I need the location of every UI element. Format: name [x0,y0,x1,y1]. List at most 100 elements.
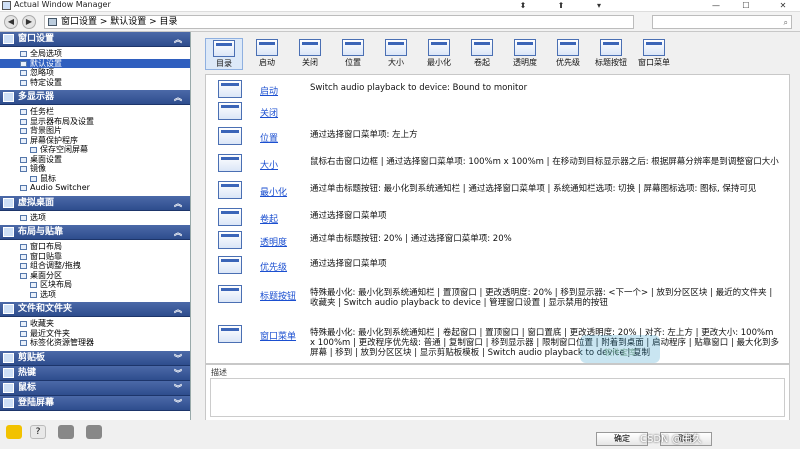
search-input[interactable]: ⌕ [652,15,792,29]
sidebar-category[interactable]: 鼠标 ︾ [0,380,190,396]
section-link[interactable]: 优先级 [260,260,287,273]
chevron-icon[interactable]: ︽ [174,225,182,240]
undo-icon[interactable] [58,425,74,439]
section-link[interactable]: 卷起 [260,212,278,225]
toolbar-tab[interactable]: 标题按钮 [592,38,630,70]
sidebar-category[interactable]: 虚拟桌面 ︽ [0,195,190,211]
toolbar-tab-label: 最小化 [427,58,451,67]
section-link[interactable]: 大小 [260,158,278,171]
category-label: 文件和文件夹 [18,304,73,314]
forward-icon[interactable]: ▶ [22,15,36,29]
toolbar-tab[interactable]: 大小 [377,38,415,70]
item-icon [20,109,27,115]
chevron-icon[interactable]: ︽ [174,196,182,211]
sidebar-item[interactable]: 全局选项 [0,49,190,59]
section-link[interactable]: 窗口菜单 [260,329,296,342]
window-title: Actual Window Manager [14,0,111,9]
chevron-icon[interactable]: ︾ [174,396,182,411]
sidebar-item[interactable]: Audio Switcher [0,183,190,193]
csdn-watermark: CSDN @由久 [640,434,702,445]
section-link[interactable]: 透明度 [260,235,287,248]
window-icon [514,39,536,56]
sidebar-category[interactable]: 热键 ︾ [0,365,190,381]
redo-icon[interactable] [86,425,102,439]
maximize-button[interactable]: ☐ [735,0,757,12]
window-icon [218,231,242,249]
chevron-icon[interactable]: ︽ [174,32,182,47]
pin-icon[interactable]: ⬍ [512,0,534,12]
category-label: 登陆屏幕 [18,397,55,408]
category-icon [3,197,14,208]
sidebar-item[interactable]: 镜像 [0,164,190,174]
section-link[interactable]: 最小化 [260,185,287,198]
sidebar-item[interactable]: 保存空闲屏幕 [0,145,190,155]
title-bar: Actual Window Manager ⬍ ⬆ ▾ — ☐ ✕ [0,0,800,12]
sidebar-item-label: 默认设置 [30,58,62,68]
sidebar-category[interactable]: 剪贴板 ︾ [0,350,190,366]
sidebar-item[interactable]: 组合调整/拖拽 [0,261,190,271]
sidebar-category[interactable]: 窗口设置 ︽ [0,32,190,47]
toolbar-tab[interactable]: 关闭 [291,38,329,70]
sidebar-item-label: 屏幕保护程序 [30,135,78,145]
search-icon[interactable]: ⌕ [784,18,788,28]
menu-icon[interactable]: ▾ [588,0,610,12]
sidebar-item[interactable]: 背景图片 [0,126,190,136]
chevron-icon[interactable]: ︽ [174,90,182,105]
sidebar-item[interactable]: 桌面设置 [0,155,190,165]
toolbar-tab[interactable]: 透明度 [506,38,544,70]
sidebar-item[interactable]: 特定设置 [0,78,190,88]
sidebar-item[interactable]: 桌面分区 [0,271,190,281]
sidebar-item-label: 最近文件夹 [30,328,70,338]
sidebar-item[interactable]: 最近文件夹 [0,329,190,339]
sidebar-item[interactable]: 忽略项 [0,68,190,78]
window-icon [218,325,242,343]
minimize-button[interactable]: — [705,0,727,12]
toolbar-tab[interactable]: 最小化 [420,38,458,70]
sidebar-item[interactable]: 标签化资源管理器 [0,338,190,348]
toolbar-tab[interactable]: 目录 [205,38,243,70]
app-icon [2,1,11,10]
chevron-icon[interactable]: ︾ [174,351,182,366]
sidebar-item[interactable]: 鼠标 [0,174,190,184]
sidebar-category[interactable]: 多显示器 ︽ [0,90,190,105]
section-link[interactable]: 关闭 [260,106,278,119]
toolbar-tab[interactable]: 窗口菜单 [635,38,673,70]
toolbar-tab[interactable]: 位置 [334,38,372,70]
sidebar-category[interactable]: 登陆屏幕 ︾ [0,395,190,411]
section-summary: 通过单击标题按钮: 最小化到系统通知栏 | 通过选择窗口菜单项 | 系统通知栏选… [310,184,757,194]
chevron-icon[interactable]: ︾ [174,366,182,381]
sidebar-item-label: 特定设置 [30,77,62,87]
sidebar-item[interactable]: 显示器布局及设置 [0,117,190,127]
sidebar-item[interactable]: 窗口贴靠 [0,252,190,262]
sidebar-item[interactable]: 收藏夹 [0,319,190,329]
sidebar-item[interactable]: 区块布局 [0,280,190,290]
sidebar-category[interactable]: 文件和文件夹 ︽ [0,302,190,317]
sidebar-item[interactable]: 默认设置 [0,58,190,68]
back-icon[interactable]: ◀ [4,15,18,29]
sidebar-item[interactable]: 任务栏 [0,107,190,117]
section-link[interactable]: 位置 [260,131,278,144]
section-link[interactable]: 启动 [260,84,278,97]
item-icon [20,253,27,260]
settings-summary: 启动 Switch audio playback to device: Bound… [205,74,790,364]
key-icon[interactable] [6,425,22,439]
roll-up-icon[interactable]: ⬆ [550,0,572,12]
chevron-icon[interactable]: ︾ [174,381,182,396]
chevron-icon[interactable]: ︽ [174,302,182,317]
category-icon [3,352,14,363]
watermark-text: 软件宝库 [604,348,636,357]
toolbar-tab[interactable]: 启动 [248,38,286,70]
window-icon [299,39,321,56]
close-button[interactable]: ✕ [772,0,794,12]
toolbar-tab[interactable]: 优先级 [549,38,587,70]
help-icon[interactable]: ? [30,425,46,439]
sidebar-item[interactable]: 窗口布局 [0,242,190,252]
toolbar-tab[interactable]: 卷起 [463,38,501,70]
sidebar-item[interactable]: 屏幕保护程序 [0,136,190,146]
section-link[interactable]: 标题按钮 [260,289,296,302]
sidebar-item[interactable]: 选项 [0,290,190,300]
sidebar-item[interactable]: 选项 [0,213,190,223]
item-icon [20,156,27,163]
breadcrumb[interactable]: 窗口设置 > 默认设置 > 目录 [44,15,634,29]
sidebar-category[interactable]: 布局与贴靠 ︽ [0,225,190,240]
